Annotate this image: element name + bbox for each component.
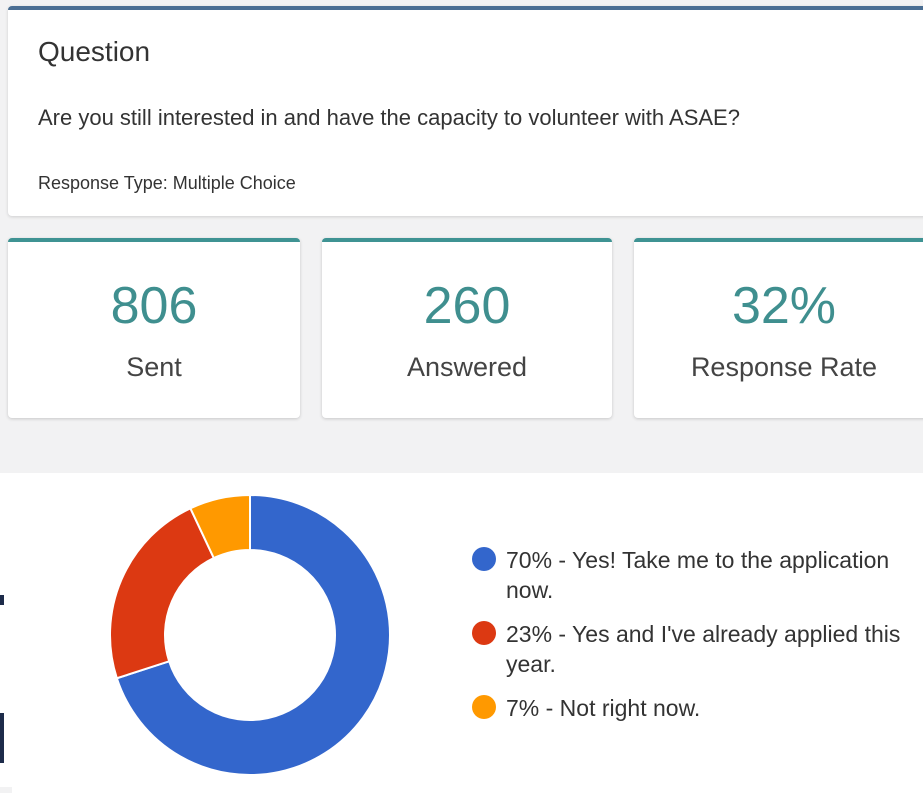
question-heading: Question (38, 36, 151, 67)
legend-dot (472, 547, 496, 571)
stat-card-response-rate: 32% Response Rate (634, 238, 923, 418)
response-type-label: Response Type: Multiple Choice (38, 173, 296, 193)
legend-item-not-now: 7% - Not right now. (472, 693, 912, 723)
legend-item-yes-now: 70% - Yes! Take me to the application no… (472, 545, 912, 605)
donut-slice-already-applied (109, 506, 216, 680)
legend-item-already-applied: 23% - Yes and I've already applied this … (472, 619, 912, 679)
legend-label: 70% - Yes! Take me to the application no… (506, 547, 890, 603)
question-card: Question Are you still interested in and… (8, 6, 923, 216)
stat-label-response-rate: Response Rate (690, 352, 878, 382)
donut-chart (109, 493, 391, 776)
chart-legend: 70% - Yes! Take me to the application no… (472, 545, 912, 737)
stat-label-answered: Answered (406, 352, 528, 382)
stat-card-answered: 260 Answered (322, 238, 612, 418)
stat-card-sent: 806 Sent (8, 238, 300, 418)
edge-marker (0, 595, 4, 605)
edge-marker (0, 713, 4, 763)
stat-value-answered: 260 (423, 277, 511, 335)
stat-value-response-rate: 32% (731, 277, 837, 335)
stat-value-sent: 806 (110, 277, 198, 335)
question-text: Are you still interested in and have the… (38, 105, 740, 130)
legend-dot (472, 621, 496, 645)
stat-label-sent: Sent (126, 352, 182, 382)
legend-label: 23% - Yes and I've already applied this … (506, 621, 901, 677)
legend-label: 7% - Not right now. (506, 695, 701, 721)
left-edge-strip (0, 473, 12, 787)
legend-dot (472, 695, 496, 719)
